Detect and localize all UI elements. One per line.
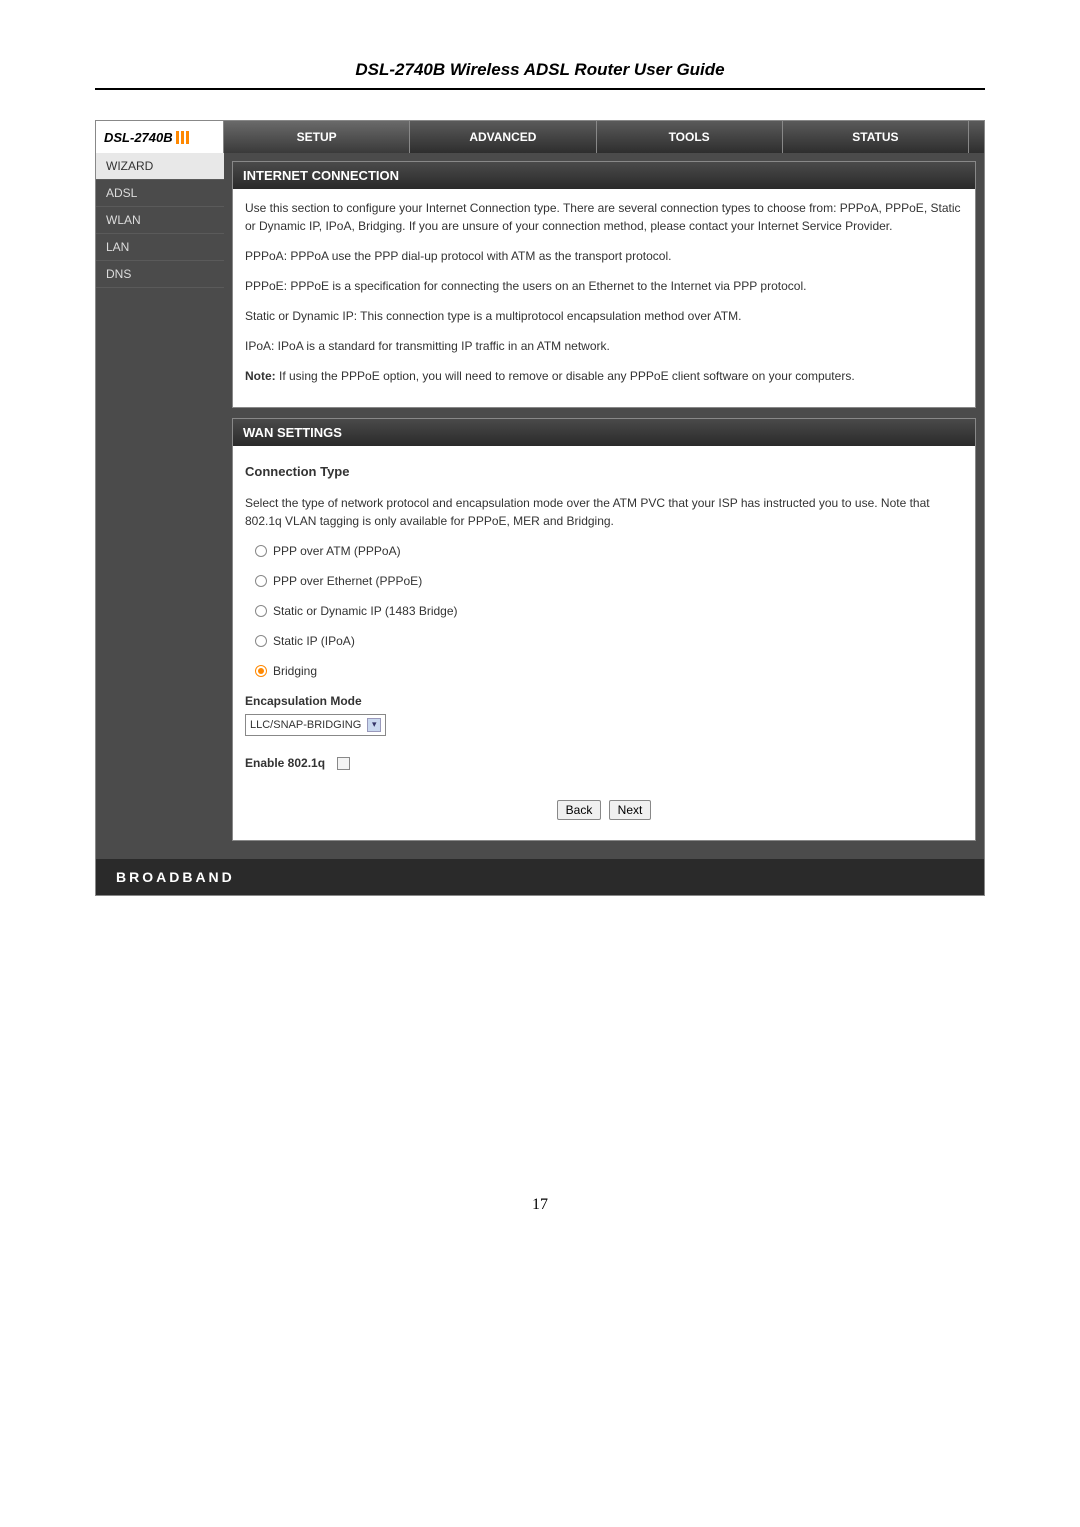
panel-header-wan: WAN SETTINGS xyxy=(233,419,975,446)
static-dynamic-text: Static or Dynamic IP: This connection ty… xyxy=(245,307,963,325)
encapsulation-mode-select[interactable]: LLC/SNAP-BRIDGING ▾ xyxy=(245,714,386,737)
tab-status[interactable]: STATUS xyxy=(783,121,969,153)
document-header: DSL-2740B Wireless ADSL Router User Guid… xyxy=(95,0,985,90)
enable-8021q-row: Enable 802.1q xyxy=(245,754,963,772)
radio-icon[interactable] xyxy=(255,665,267,677)
select-value: LLC/SNAP-BRIDGING xyxy=(250,717,361,734)
sidebar-item-wizard[interactable]: WIZARD xyxy=(96,153,224,180)
chevron-down-icon: ▾ xyxy=(367,718,381,732)
intro-text: Use this section to configure your Inter… xyxy=(245,199,963,235)
radio-icon[interactable] xyxy=(255,575,267,587)
sidebar-item-lan[interactable]: LAN xyxy=(96,234,224,261)
next-button[interactable]: Next xyxy=(609,800,652,820)
pppoa-text: PPPoA: PPPoA use the PPP dial-up protoco… xyxy=(245,247,963,265)
radio-label: Bridging xyxy=(273,662,317,680)
main-content: INTERNET CONNECTION Use this section to … xyxy=(224,153,984,859)
tab-advanced[interactable]: ADVANCED xyxy=(410,121,596,153)
logo-bars-icon xyxy=(176,131,189,144)
sidebar-item-dns[interactable]: DNS xyxy=(96,261,224,288)
radio-icon[interactable] xyxy=(255,545,267,557)
connection-type-desc: Select the type of network protocol and … xyxy=(245,494,963,530)
panel-internet-connection: INTERNET CONNECTION Use this section to … xyxy=(232,161,976,408)
radio-label: Static or Dynamic IP (1483 Bridge) xyxy=(273,602,458,620)
footer-broadband: BROADBAND xyxy=(96,859,984,895)
radio-bridging[interactable]: Bridging xyxy=(245,662,963,680)
enable-8021q-checkbox[interactable] xyxy=(337,757,350,770)
page-number: 17 xyxy=(0,1196,1080,1214)
radio-label: PPP over ATM (PPPoA) xyxy=(273,542,401,560)
encapsulation-mode-label: Encapsulation Mode xyxy=(245,692,963,710)
back-button[interactable]: Back xyxy=(557,800,602,820)
panel-header-internet: INTERNET CONNECTION xyxy=(233,162,975,189)
connection-type-heading: Connection Type xyxy=(245,462,963,482)
radio-label: Static IP (IPoA) xyxy=(273,632,355,650)
sidebar-item-wlan[interactable]: WLAN xyxy=(96,207,224,234)
enable-8021q-label: Enable 802.1q xyxy=(245,754,325,772)
pppoe-text: PPPoE: PPPoE is a specification for conn… xyxy=(245,277,963,295)
button-row: Back Next xyxy=(245,800,963,820)
radio-pppoa[interactable]: PPP over ATM (PPPoA) xyxy=(245,542,963,560)
tab-spacer xyxy=(969,121,984,153)
ipoa-text: IPoA: IPoA is a standard for transmittin… xyxy=(245,337,963,355)
sidebar-item-adsl[interactable]: ADSL xyxy=(96,180,224,207)
router-ui: DSL-2740B SETUP ADVANCED TOOLS STATUS WI… xyxy=(95,120,985,896)
sidebar: WIZARD ADSL WLAN LAN DNS xyxy=(96,153,224,859)
panel-wan-settings: WAN SETTINGS Connection Type Select the … xyxy=(232,418,976,841)
panel-body-internet: Use this section to configure your Inter… xyxy=(233,189,975,407)
panel-body-wan: Connection Type Select the type of netwo… xyxy=(233,446,975,840)
tab-tools[interactable]: TOOLS xyxy=(597,121,783,153)
radio-icon[interactable] xyxy=(255,635,267,647)
radio-label: PPP over Ethernet (PPPoE) xyxy=(273,572,422,590)
tab-setup[interactable]: SETUP xyxy=(224,121,410,153)
body-row: WIZARD ADSL WLAN LAN DNS INTERNET CONNEC… xyxy=(96,153,984,859)
radio-pppoe[interactable]: PPP over Ethernet (PPPoE) xyxy=(245,572,963,590)
tabs: SETUP ADVANCED TOOLS STATUS xyxy=(224,121,984,153)
radio-static-dynamic[interactable]: Static or Dynamic IP (1483 Bridge) xyxy=(245,602,963,620)
logo-text: DSL-2740B xyxy=(104,130,173,145)
radio-ipoa[interactable]: Static IP (IPoA) xyxy=(245,632,963,650)
radio-icon[interactable] xyxy=(255,605,267,617)
note-text: Note: If using the PPPoE option, you wil… xyxy=(245,367,963,385)
top-row: DSL-2740B SETUP ADVANCED TOOLS STATUS xyxy=(96,121,984,153)
logo-cell: DSL-2740B xyxy=(96,121,224,153)
